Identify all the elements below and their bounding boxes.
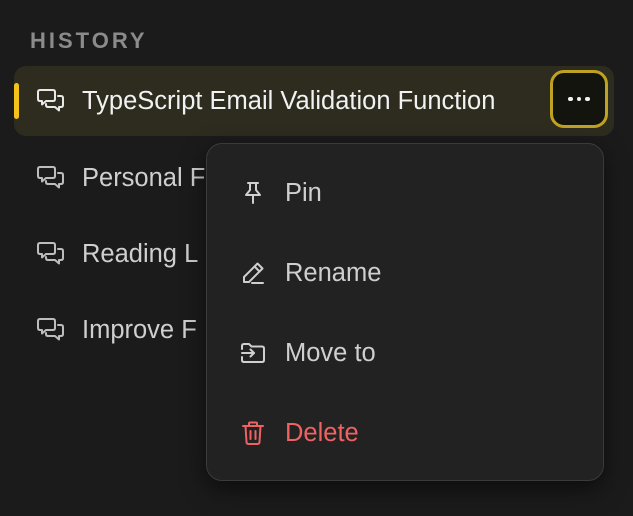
history-panel: HISTORY TypeScript Email Validation Func…: [0, 0, 633, 516]
menu-item-label: Move to: [285, 338, 376, 367]
more-horizontal-icon: [568, 96, 590, 102]
history-item-label: Reading L: [82, 239, 199, 268]
chat-bubbles-icon: [37, 318, 64, 341]
menu-item-label: Pin: [285, 178, 322, 207]
chat-bubbles-icon: [37, 166, 64, 189]
pencil-icon: [243, 262, 264, 284]
menu-item-pin[interactable]: Pin: [207, 161, 603, 225]
move-to-folder-icon: [241, 343, 265, 363]
chat-bubbles-icon: [37, 242, 64, 265]
more-options-button[interactable]: [550, 70, 608, 128]
menu-item-move-to[interactable]: Move to: [207, 321, 603, 385]
active-indicator: [14, 83, 19, 119]
chat-bubbles-icon: [37, 89, 64, 112]
menu-item-label: Delete: [285, 418, 359, 447]
menu-item-rename[interactable]: Rename: [207, 241, 603, 305]
context-menu: Pin Rename Move to Delete: [206, 143, 604, 481]
history-section-title: HISTORY: [30, 28, 148, 53]
menu-item-label: Rename: [285, 258, 382, 287]
history-item-active[interactable]: TypeScript Email Validation Function: [14, 66, 614, 136]
trash-icon: [242, 421, 264, 445]
history-item-label: TypeScript Email Validation Function: [82, 86, 496, 115]
history-item-label: Improve F: [82, 315, 197, 344]
history-item-label: Personal F: [82, 163, 206, 192]
menu-item-delete[interactable]: Delete: [207, 401, 603, 465]
pin-icon: [245, 182, 261, 204]
